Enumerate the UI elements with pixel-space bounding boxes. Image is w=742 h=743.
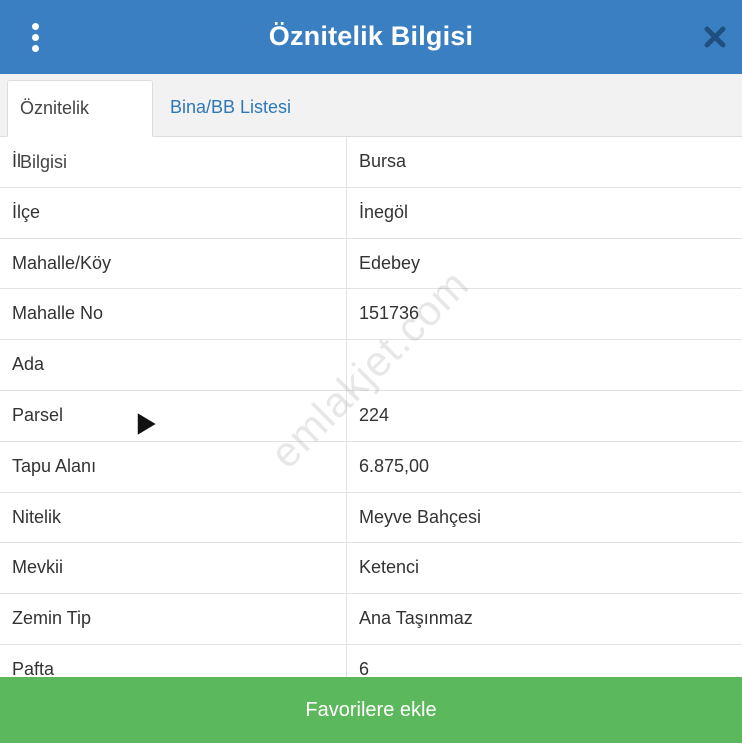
table-row: Mevkii Ketenci	[0, 543, 742, 595]
page-title: Öznitelik Bilgisi	[268, 21, 474, 51]
attribute-value: Edebey	[359, 252, 421, 273]
attribute-info-screen: Öznitelik Bilgisi Öznitelik Bilgisi Bina…	[0, 0, 742, 743]
attribute-key: İl	[12, 151, 21, 171]
table-row: Parsel 224	[0, 391, 742, 442]
table-row: Nitelik Meyve Bahçesi	[0, 493, 742, 544]
column-divider	[346, 137, 347, 677]
close-icon[interactable]	[702, 24, 728, 50]
attribute-key: Mahalle No	[12, 303, 104, 324]
attribute-key: Zemin Tip	[12, 608, 92, 629]
attribute-value: İnegöl	[359, 201, 409, 222]
pointer-cursor-icon	[134, 409, 160, 439]
attribute-key: Mahalle/Köy	[12, 252, 112, 273]
header-bar: Öznitelik Bilgisi	[0, 0, 742, 74]
attribute-value: Ana Taşınmaz	[359, 608, 473, 629]
table-row: Mahalle No 151736	[0, 289, 742, 341]
attribute-key: Nitelik	[12, 506, 62, 527]
attribute-value: Ketenci	[359, 557, 420, 578]
attribute-key: İlçe	[12, 201, 41, 222]
attribute-key: Ada	[12, 354, 45, 375]
table-row: İlçe İnegöl	[0, 188, 742, 239]
table-row: Mahalle/Köy Edebey	[0, 239, 742, 290]
table-row: Ada	[0, 340, 742, 391]
attribute-value: 224	[359, 404, 390, 425]
add-to-favorites-button[interactable]: Favorilere ekle	[0, 677, 742, 743]
attribute-key: Mevkii	[12, 557, 64, 578]
tab-attribute-info[interactable]: Öznitelik Bilgisi	[7, 80, 153, 172]
attribute-value: 6.875,00	[359, 455, 430, 476]
attribute-value: Meyve Bahçesi	[359, 506, 482, 527]
tab-building-list[interactable]: Bina/BB Listesi	[158, 80, 303, 137]
tab-bar: Öznitelik Bilgisi Bina/BB Listesi	[0, 74, 742, 172]
attribute-table: İl Bursa İlçe İnegöl Mahalle/Köy Edebey …	[0, 137, 742, 696]
attribute-value: 151736	[359, 303, 420, 324]
table-row: Tapu Alanı 6.875,00	[0, 442, 742, 493]
table-row: Zemin Tip Ana Taşınmaz	[0, 594, 742, 645]
attribute-value: Bursa	[359, 151, 407, 171]
attribute-key: Parsel	[12, 404, 64, 425]
table-row: İl Bursa	[0, 137, 742, 188]
attribute-key: Tapu Alanı	[12, 455, 97, 476]
